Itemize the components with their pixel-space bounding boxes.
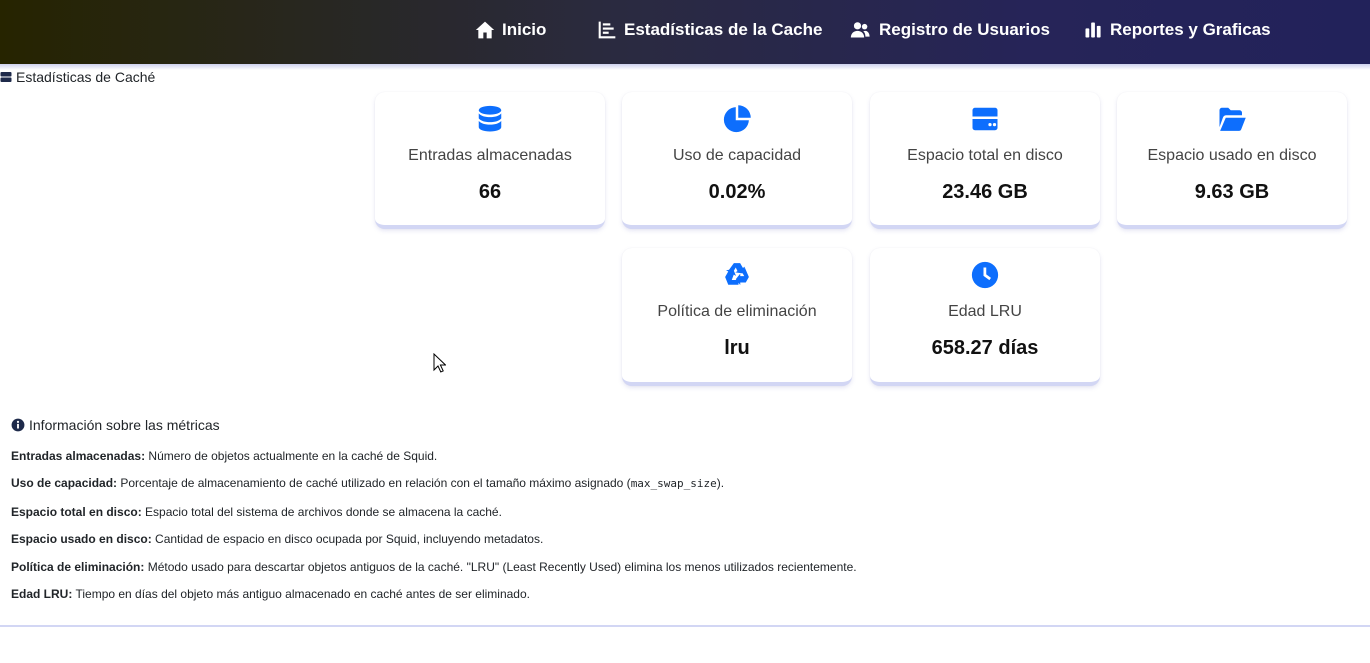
info-item-entradas: Entradas almacenadas: Número de objetos … [11, 449, 437, 463]
card-value: 23.46 GB [942, 181, 1028, 203]
card-label: Uso de capacidad [672, 147, 802, 164]
info-item-politica: Política de eliminación: Método usado pa… [11, 560, 857, 574]
nav-item-reportes[interactable]: Reportes y Graficas [1083, 17, 1271, 43]
info-circle-icon [11, 418, 25, 432]
nav-item-registro-usuarios[interactable]: Registro de Usuarios [848, 17, 1050, 43]
info-term: Espacio total en disco: [11, 505, 142, 519]
info-desc: Número de objetos actualmente en la cach… [148, 449, 438, 463]
card-edad-lru: Edad LRU 658.27 días [870, 248, 1100, 386]
page-title-text: Estadísticas de Caché [16, 69, 156, 85]
card-uso-capacidad: Uso de capacidad 0.02% [622, 92, 852, 229]
pie-chart-icon [723, 105, 751, 133]
card-value: 0.02% [708, 181, 766, 203]
users-icon [850, 22, 870, 38]
info-desc: Método usado para descartar objetos anti… [147, 560, 857, 574]
info-term: Uso de capacidad: [11, 476, 118, 490]
info-desc: Porcentaje de almacenamiento de caché ut… [120, 476, 631, 490]
info-desc: Espacio total del sistema de archivos do… [145, 505, 502, 519]
metrics-info-section: Información sobre las métricas Entradas … [0, 405, 1370, 627]
home-icon [475, 21, 495, 39]
info-desc: Tiempo en días del objeto más antiguo al… [75, 587, 530, 601]
navbar-shadow [0, 64, 1370, 70]
card-label: Política de eliminación [657, 303, 817, 320]
nav-item-label: Estadísticas de la Cache [624, 20, 823, 39]
info-term: Entradas almacenadas: [11, 449, 146, 463]
info-title-text: Información sobre las métricas [29, 417, 220, 433]
recycle-icon [725, 263, 749, 285]
card-label: Entradas almacenadas [408, 147, 572, 164]
mouse-cursor-icon [433, 353, 446, 373]
page-title: Estadísticas de Caché [0, 68, 155, 86]
info-term: Espacio usado en disco: [11, 532, 152, 546]
info-term: Política de eliminación: [11, 560, 145, 574]
bar-chart-icon [1085, 22, 1101, 38]
info-item-espacio-usado: Espacio usado en disco: Cantidad de espa… [11, 532, 543, 546]
card-value: 9.63 GB [1194, 181, 1270, 203]
clock-icon [971, 261, 999, 289]
info-item-uso-capacidad: Uso de capacidad: Porcentaje de almacena… [11, 476, 724, 490]
nav-item-estadisticas[interactable]: Estadísticas de la Cache [597, 17, 822, 43]
info-desc: Cantidad de espacio en disco ocupada por… [155, 532, 544, 546]
card-politica-eliminacion: Política de eliminación lru [622, 248, 852, 386]
info-item-edad-lru: Edad LRU: Tiempo en días del objeto más … [11, 587, 530, 601]
info-term: Edad LRU: [11, 587, 73, 601]
nav-item-label: Registro de Usuarios [879, 20, 1050, 39]
card-espacio-total: Espacio total en disco 23.46 GB [870, 92, 1100, 229]
info-item-espacio-total: Espacio total en disco: Espacio total de… [11, 505, 502, 519]
hard-drive-icon [972, 107, 998, 131]
info-code: max_swap_size [630, 477, 717, 490]
card-label: Espacio usado en disco [1147, 147, 1317, 164]
top-navbar: Inicio Estadísticas de la Cache Registro… [0, 0, 1370, 64]
folder-open-icon [1219, 107, 1246, 131]
card-label: Espacio total en disco [907, 147, 1063, 164]
chart-line-icon [598, 21, 616, 39]
database-icon [478, 105, 502, 132]
card-entradas-almacenadas: Entradas almacenadas 66 [375, 92, 605, 229]
card-value: 66 [478, 181, 502, 203]
nav-item-label: Inicio [502, 20, 547, 39]
info-desc-tail: ). [716, 476, 725, 490]
info-title: Información sobre las métricas [11, 417, 220, 433]
card-label: Edad LRU [948, 303, 1022, 320]
server-icon [0, 72, 12, 82]
card-value: 658.27 días [931, 337, 1039, 359]
nav-item-label: Reportes y Graficas [1110, 20, 1271, 39]
card-value: lru [724, 337, 750, 359]
nav-item-inicio[interactable]: Inicio [475, 17, 546, 43]
card-espacio-usado: Espacio usado en disco 9.63 GB [1117, 92, 1347, 229]
